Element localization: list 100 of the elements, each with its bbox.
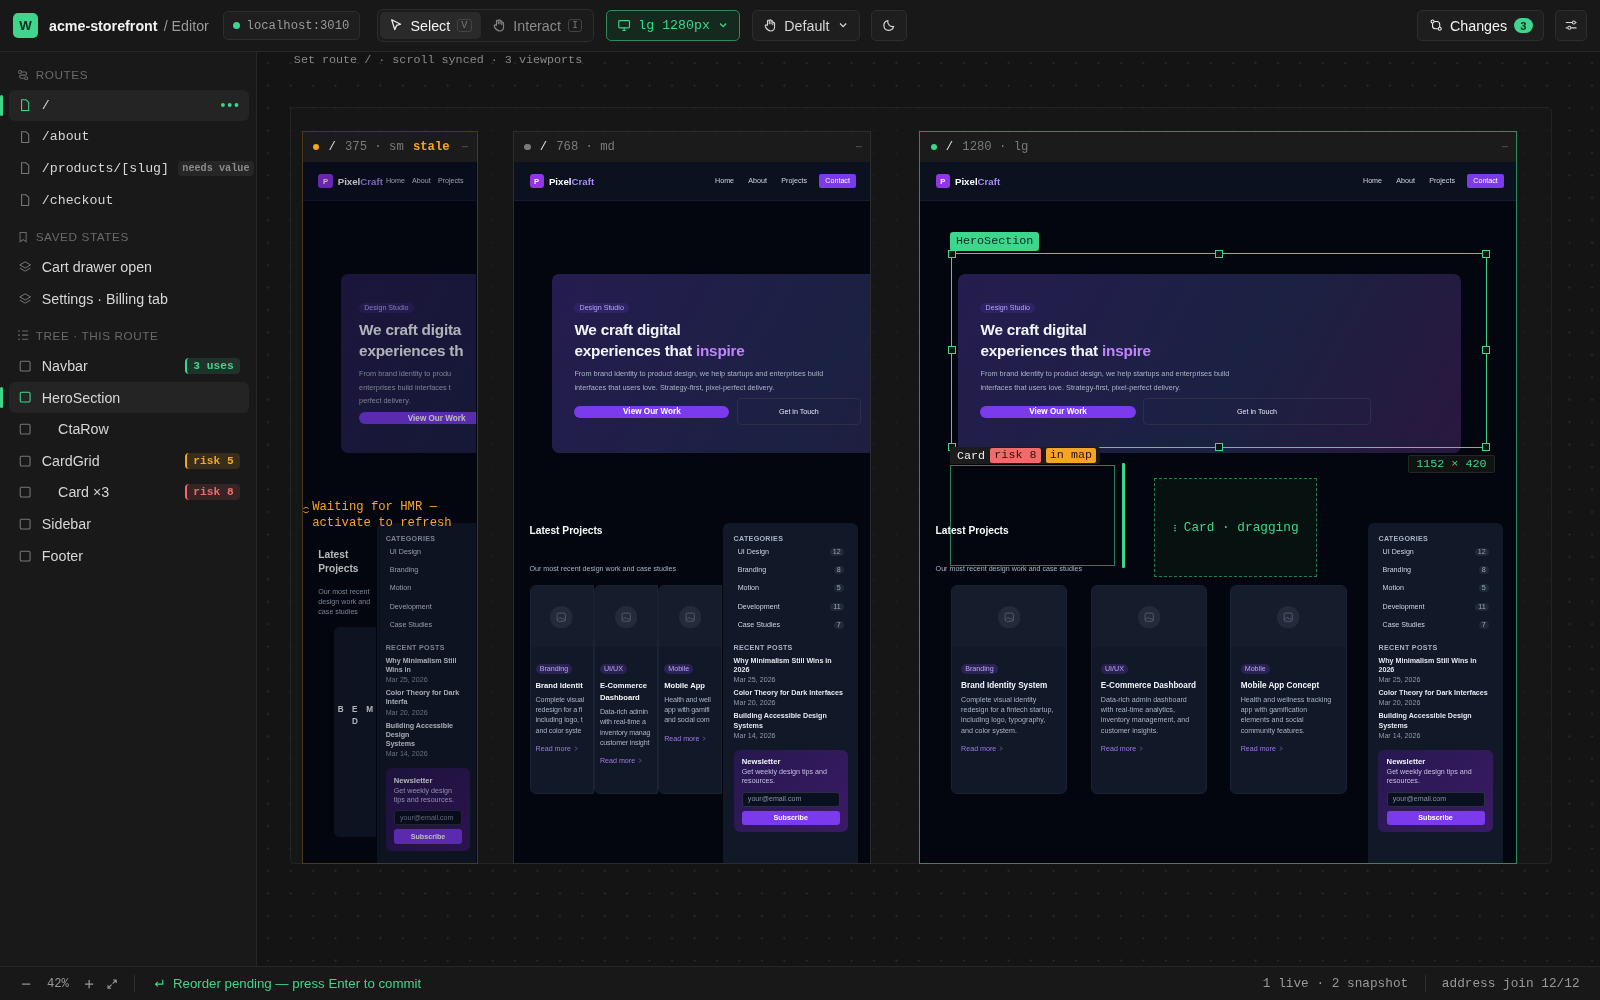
viewport-panel[interactable] xyxy=(513,130,872,865)
read-more-link[interactable]: Read more xyxy=(599,757,643,765)
project-card[interactable]: UI/UX E-Commerce Dashboard Data-rich admin dashboard with real-time analytics, inventory management, and customer insights. Read more xyxy=(1090,585,1207,795)
post-title[interactable]: Color Theory for Dark Interfaces xyxy=(1378,689,1493,699)
post-title[interactable]: Color Theory for Dark Interfa xyxy=(385,689,471,708)
category-link[interactable]: Case Studies xyxy=(389,621,433,630)
nav-link[interactable]: About xyxy=(748,177,767,186)
subscribe-button[interactable]: Subscribe xyxy=(741,811,840,826)
saved-state-item[interactable]: Cart drawer open xyxy=(9,251,249,284)
nav-link[interactable]: About xyxy=(1396,177,1415,186)
more-icon[interactable] xyxy=(220,102,240,109)
resize-handle[interactable] xyxy=(1481,346,1490,355)
nav-link[interactable]: Projects xyxy=(781,177,807,186)
post-date: Mar 20, 2026 xyxy=(385,708,429,717)
read-more-link[interactable]: Read more xyxy=(664,734,707,743)
post-title[interactable]: Why Minimalism Still Wins in 2026 xyxy=(1378,656,1493,675)
contact-button[interactable]: Contact xyxy=(1467,174,1504,189)
project-card[interactable]: B xyxy=(333,627,348,837)
post-date: Mar 20, 2026 xyxy=(1378,699,1422,708)
fit-icon[interactable] xyxy=(105,977,118,990)
route-item[interactable]: /checkout xyxy=(9,184,249,216)
saved-state-item[interactable]: Settings · Billing tab xyxy=(9,283,249,315)
category-link[interactable]: Motion xyxy=(389,584,412,593)
project-name[interactable]: acme-storefront xyxy=(48,17,158,34)
server-address[interactable]: localhost:3010 xyxy=(223,11,360,40)
route-item[interactable]: /about xyxy=(9,121,249,153)
subscribe-button[interactable]: Subscribe xyxy=(1386,811,1485,826)
category-link[interactable]: Case Studies xyxy=(737,621,781,630)
resize-handle[interactable] xyxy=(1214,249,1223,258)
category-link[interactable]: UI Design xyxy=(1382,547,1414,556)
resize-handle[interactable] xyxy=(947,346,956,355)
resize-handle[interactable] xyxy=(1481,249,1490,258)
contact-button[interactable]: Contact xyxy=(819,174,857,189)
drag-ghost[interactable]: Card · dragging xyxy=(1153,478,1318,578)
tree-item[interactable]: Sidebar xyxy=(9,508,249,540)
read-more-link[interactable]: Read more xyxy=(961,744,1004,753)
post-title[interactable]: Building Accessible Design Systems xyxy=(733,712,848,731)
nav-link[interactable]: Projects xyxy=(1429,177,1455,186)
post-title[interactable]: Building Accessible Design Systems xyxy=(385,721,471,750)
sidebar-heading: CATEGORIES xyxy=(733,534,785,543)
category-link[interactable]: Branding xyxy=(389,566,419,575)
project-card[interactable]: Mobile Mobile App Concept Health and wellness tracking app with gamification elements and social community features. Read more xyxy=(1230,585,1347,795)
resize-handle[interactable] xyxy=(1214,442,1223,451)
primary-button[interactable]: View Our Work xyxy=(980,405,1136,418)
settings-button[interactable] xyxy=(1555,10,1587,41)
read-more-link[interactable]: Read more xyxy=(1240,744,1283,753)
brand-name: PixelCraft xyxy=(548,175,595,187)
mode-tab[interactable]: Interact I xyxy=(482,12,592,39)
email-field[interactable]: your@email.com xyxy=(1386,791,1485,807)
state-dropdown[interactable]: Default xyxy=(751,10,861,41)
viewport-panel[interactable] xyxy=(919,130,1518,865)
tree-item[interactable]: CtaRow xyxy=(9,413,249,445)
read-more-link[interactable]: Read more xyxy=(1100,744,1144,753)
theme-toggle-button[interactable] xyxy=(871,10,907,41)
post-title[interactable]: Building Accessible Design Systems xyxy=(1378,712,1493,731)
category-link[interactable]: Case Studies xyxy=(1382,621,1425,630)
resize-handle[interactable] xyxy=(947,249,956,258)
viewport-dropdown[interactable]: lg 1280px xyxy=(605,10,741,41)
category-link[interactable]: Branding xyxy=(1382,566,1412,575)
project-card[interactable]: M xyxy=(362,627,377,837)
nav-link[interactable]: Home xyxy=(715,177,735,186)
secondary-button[interactable]: Get in Touch xyxy=(736,398,862,425)
tree-item[interactable]: CardGrid risk 5 xyxy=(9,444,249,477)
category-link[interactable]: Motion xyxy=(1382,584,1404,593)
mode-tab[interactable]: Select V xyxy=(379,12,481,39)
tree-item[interactable]: Navbar 3 uses xyxy=(9,350,249,382)
viewport-panel[interactable] xyxy=(302,130,478,865)
zoom-in-icon[interactable] xyxy=(83,977,96,990)
nav-link[interactable]: About xyxy=(412,177,431,186)
nav-link[interactable]: Projects xyxy=(437,177,464,186)
email-field[interactable]: your@email.com xyxy=(393,810,463,826)
tree-item[interactable]: Card ×3 risk 8 xyxy=(9,476,249,509)
nav-link[interactable]: Home xyxy=(385,177,405,186)
category-link[interactable]: Motion xyxy=(737,584,760,593)
subscribe-button[interactable]: Subscribe xyxy=(393,829,463,844)
post-date: Mar 25, 2026 xyxy=(385,676,429,685)
changes-button[interactable]: Changes 3 xyxy=(1417,10,1544,41)
primary-button[interactable]: View Our Work xyxy=(574,405,730,418)
email-field[interactable]: your@email.com xyxy=(741,791,840,807)
saved-state-label: Settings · Billing tab xyxy=(41,290,168,307)
resize-handle[interactable] xyxy=(1481,442,1490,451)
card-text: Complete visual identity redesign for a fintech startup, including logo, typography, and color system. xyxy=(961,694,1055,736)
category-link[interactable]: Development xyxy=(737,602,780,611)
category-link[interactable]: Development xyxy=(1382,602,1425,611)
category-link[interactable]: UI Design xyxy=(737,547,769,556)
read-more-link[interactable]: Read more xyxy=(535,744,578,753)
secondary-button[interactable]: Get in Touch xyxy=(1142,398,1372,425)
post-title[interactable]: Why Minimalism Still Wins in xyxy=(385,656,471,675)
primary-button[interactable]: View Our Work xyxy=(359,412,477,425)
checkbox-icon xyxy=(18,485,33,500)
post-title[interactable]: Why Minimalism Still Wins in 2026 xyxy=(733,656,848,675)
tree-item[interactable]: Footer xyxy=(9,539,249,572)
post-title[interactable]: Color Theory for Dark Interfaces xyxy=(733,689,848,699)
category-link[interactable]: UI Design xyxy=(389,547,421,556)
category-link[interactable]: Branding xyxy=(737,566,767,575)
nav-link[interactable]: Home xyxy=(1363,177,1382,186)
category-link[interactable]: Development xyxy=(389,602,432,611)
branch-icon xyxy=(1428,18,1443,33)
hmr-notice[interactable]: Waiting for HMR — activate to refresh xyxy=(312,498,466,532)
project-card[interactable]: Branding Brand Identity System Complete visual identity redesign for a fintech startup, including logo, typography, and color system. Read more xyxy=(950,585,1068,795)
